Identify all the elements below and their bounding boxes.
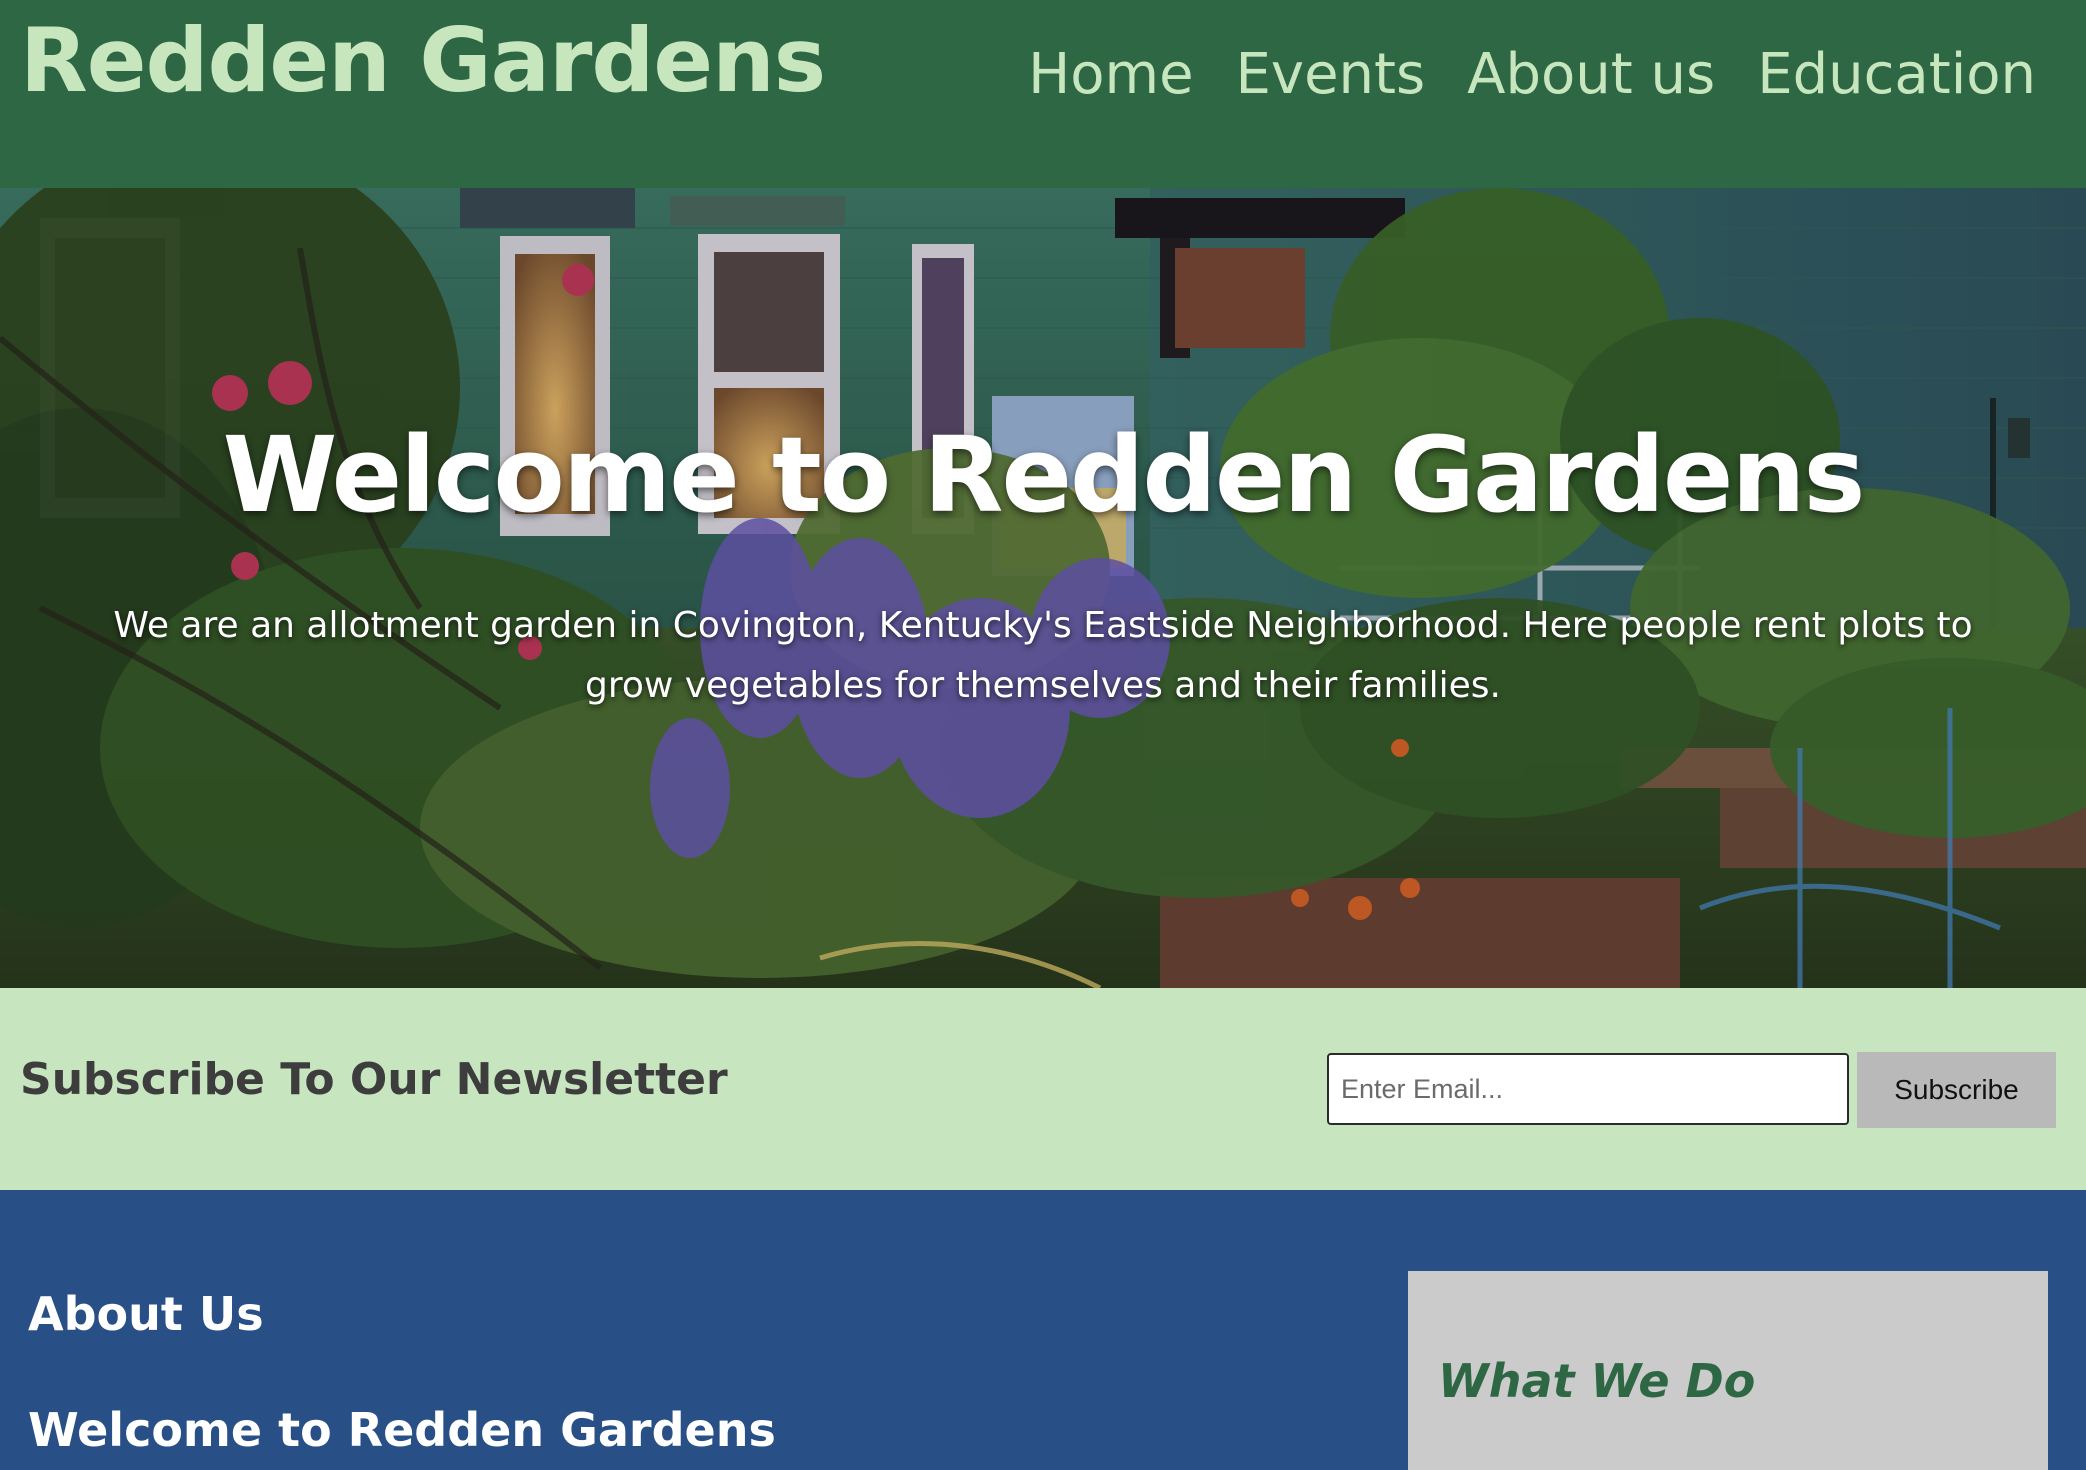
main-nav: Home Events About us Education [1028, 36, 2036, 114]
nav-events-link[interactable]: Events [1236, 36, 1426, 114]
hero-banner: Welcome to Redden Gardens We are an allo… [0, 188, 2086, 988]
hero-heading: Welcome to Redden Gardens [222, 414, 1866, 536]
site-title[interactable]: Redden Gardens [20, 6, 826, 116]
nav-education-link[interactable]: Education [1757, 36, 2036, 114]
hero-description: We are an allotment garden in Covington,… [113, 605, 1973, 706]
about-section: About Us Welcome to Redden Gardens What … [0, 1190, 2086, 1470]
site-header: Redden Gardens Home Events About us Educ… [0, 0, 2086, 188]
subscribe-button[interactable]: Subscribe [1857, 1052, 2056, 1128]
email-input[interactable] [1327, 1053, 1849, 1125]
nav-home-link[interactable]: Home [1028, 36, 1193, 114]
newsletter-section: Subscribe To Our Newsletter Subscribe [0, 988, 2086, 1190]
about-heading: About Us [28, 1287, 264, 1341]
hero-overlay [0, 188, 2086, 988]
what-we-do-card: What We Do [1408, 1271, 2048, 1470]
what-we-do-heading: What We Do [1438, 1354, 1756, 1408]
about-subheading: Welcome to Redden Gardens [28, 1403, 776, 1457]
newsletter-heading: Subscribe To Our Newsletter [20, 1054, 728, 1105]
nav-about-us-link[interactable]: About us [1467, 36, 1715, 114]
